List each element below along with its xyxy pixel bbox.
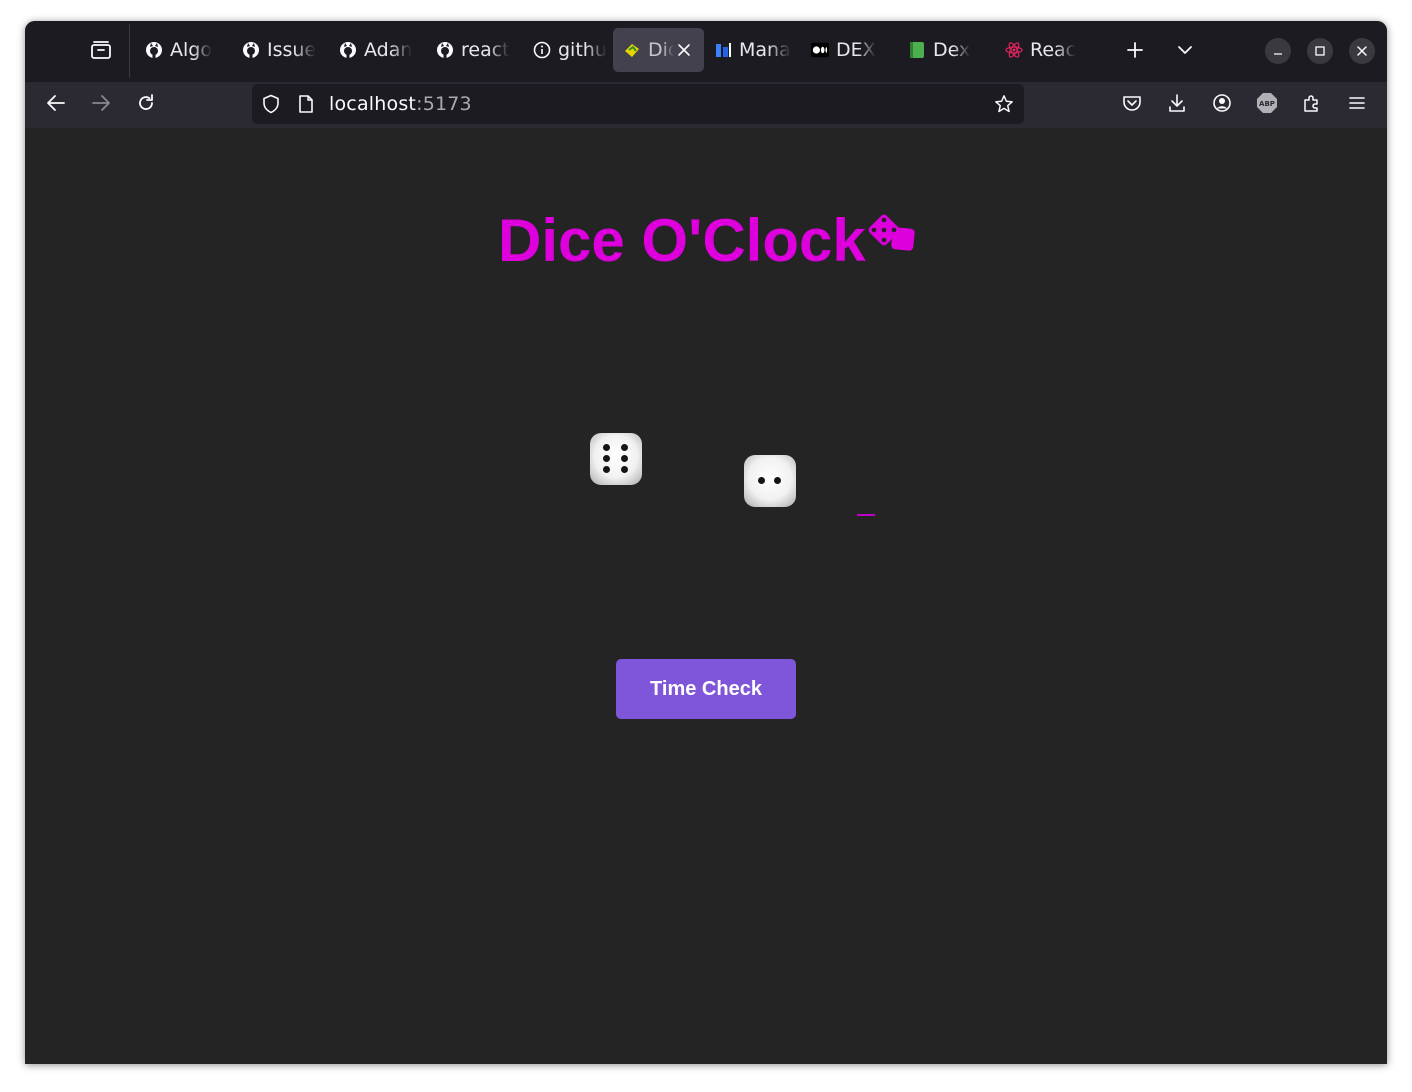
extensions-button[interactable] <box>1295 88 1329 122</box>
puzzle-piece-icon <box>1302 93 1322 117</box>
url-text: localhost:5173 <box>329 93 472 115</box>
die-pip <box>621 455 628 462</box>
github-icon <box>436 41 454 59</box>
tab-label: githu <box>558 39 607 61</box>
maximize-button[interactable] <box>1307 38 1333 64</box>
toolbar-right: ABP <box>1115 88 1374 122</box>
die-pip <box>774 477 781 484</box>
url-host: localhost <box>329 93 417 115</box>
reload-button[interactable] <box>129 88 163 122</box>
list-all-tabs-button[interactable] <box>1168 35 1202 69</box>
die-pip <box>621 444 628 451</box>
close-icon <box>1356 42 1368 61</box>
tab-dex-book[interactable]: Dex <box>898 28 995 72</box>
navigation-toolbar: localhost:5173 ABP <box>25 82 1387 128</box>
reload-icon <box>136 93 156 117</box>
account-icon <box>1212 93 1232 117</box>
url-port: :5173 <box>416 93 472 115</box>
tab-react-docs[interactable]: Reac <box>995 28 1090 72</box>
tab-algo[interactable]: Algo <box>135 28 232 72</box>
tab-label: Mana <box>739 39 791 61</box>
die-two[interactable] <box>744 455 796 507</box>
info-icon <box>533 41 551 59</box>
tab-label: Algo <box>170 39 212 61</box>
window-controls <box>1265 38 1375 64</box>
tab-label: DEX <box>836 39 876 61</box>
tab-dice-oclock[interactable]: Dic <box>613 28 704 72</box>
back-button[interactable] <box>39 88 73 122</box>
tab-actions <box>1118 35 1202 69</box>
book-icon <box>908 41 926 59</box>
arrow-left-icon <box>46 94 66 116</box>
account-button[interactable] <box>1205 88 1239 122</box>
dice-app-icon <box>623 41 641 59</box>
arrow-right-icon <box>91 94 111 116</box>
download-icon <box>1167 93 1187 117</box>
pocket-button[interactable] <box>1115 88 1149 122</box>
time-check-button[interactable]: Time Check <box>616 659 796 719</box>
firefox-view-button[interactable] <box>85 38 117 66</box>
medium-icon <box>811 41 829 59</box>
tab-label: Reac <box>1030 39 1077 61</box>
die-pip <box>621 466 628 473</box>
die-pip <box>758 477 765 484</box>
adblock-plus-icon: ABP <box>1256 92 1278 118</box>
tab-label: react <box>461 39 510 61</box>
manage-app-icon <box>714 41 732 59</box>
github-icon <box>145 41 163 59</box>
tab-manage[interactable]: Mana <box>704 28 801 72</box>
tab-github[interactable]: githu <box>523 28 613 72</box>
die-pip <box>603 444 610 451</box>
tab-issues[interactable]: Issue <box>232 28 329 72</box>
forward-button[interactable] <box>84 88 118 122</box>
dice-icon <box>868 214 915 251</box>
adblock-plus-button[interactable]: ABP <box>1250 88 1284 122</box>
die-six[interactable] <box>590 433 642 485</box>
minimize-icon <box>1272 42 1284 61</box>
downloads-button[interactable] <box>1160 88 1194 122</box>
tab-list: Algo Issue Adan react githu Dic Mana DEX… <box>135 28 1090 72</box>
tab-dex-medium[interactable]: DEX <box>801 28 898 72</box>
browser-window: Algo Issue Adan react githu Dic Mana DEX… <box>25 21 1387 1064</box>
firefox-view-icon <box>90 40 112 64</box>
close-window-button[interactable] <box>1349 38 1375 64</box>
react-icon <box>1005 41 1023 59</box>
tab-label: Adan <box>364 39 413 61</box>
tab-react[interactable]: react <box>426 28 523 72</box>
die-pip <box>603 466 610 473</box>
page-info-icon[interactable] <box>296 94 316 114</box>
app-menu-button[interactable] <box>1340 88 1374 122</box>
new-tab-button[interactable] <box>1118 35 1152 69</box>
text-cursor-mark <box>857 514 875 516</box>
tab-strip: Algo Issue Adan react githu Dic Mana DEX… <box>25 21 1387 82</box>
tab-label: Dex <box>933 39 971 61</box>
tab-strip-divider <box>129 24 130 78</box>
tab-label: Issue <box>267 39 317 61</box>
die-pip <box>603 455 610 462</box>
svg-text:ABP: ABP <box>1259 100 1275 108</box>
tracking-protection-shield-icon[interactable] <box>261 94 281 114</box>
plus-icon <box>1126 41 1144 63</box>
close-tab-icon[interactable] <box>674 40 694 60</box>
hamburger-menu-icon <box>1348 95 1366 115</box>
address-bar[interactable]: localhost:5173 <box>252 84 1024 124</box>
github-icon <box>242 41 260 59</box>
tab-adan[interactable]: Adan <box>329 28 426 72</box>
pocket-icon <box>1122 94 1142 116</box>
maximize-icon <box>1314 42 1326 61</box>
page-content: Dice O'Clock Time Check <box>25 128 1387 1064</box>
page-title: Dice O'Clock <box>498 207 866 274</box>
chevron-down-icon <box>1176 41 1194 63</box>
tab-label: Dic <box>648 39 674 61</box>
github-icon <box>339 41 357 59</box>
minimize-button[interactable] <box>1265 38 1291 64</box>
bookmark-star-icon[interactable] <box>994 94 1014 114</box>
